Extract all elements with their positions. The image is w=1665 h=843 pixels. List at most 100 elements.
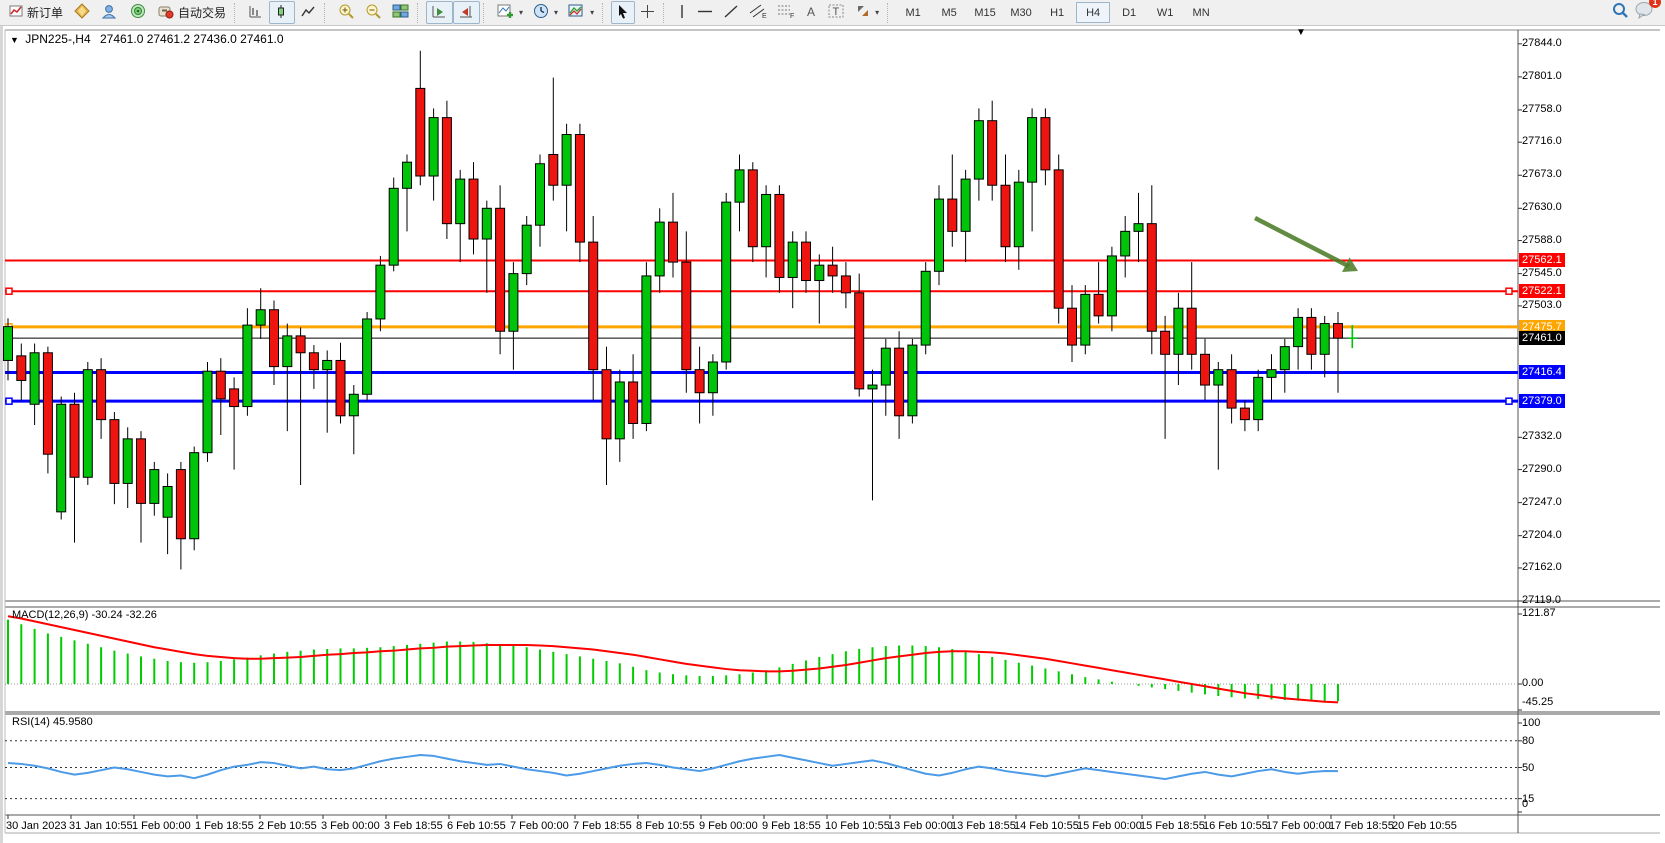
time-axis-label: 7 Feb 18:55	[573, 820, 632, 832]
timeframe-button-h4[interactable]: H4	[1076, 2, 1110, 23]
cursor-icon	[616, 4, 630, 22]
candle-body	[17, 356, 26, 381]
candle-body	[1201, 354, 1210, 385]
timeframe-button-h1[interactable]: H1	[1040, 2, 1074, 23]
trendline-button[interactable]	[718, 1, 744, 24]
price-axis-label: 27503.0	[1522, 299, 1562, 311]
chart-title: ▼ JPN225-,H4 27461.0 27461.2 27436.0 274…	[10, 32, 284, 46]
candle-body	[482, 208, 491, 239]
vertical-line-button[interactable]	[672, 1, 692, 24]
candle-body	[176, 470, 185, 539]
time-axis-label: 9 Feb 00:00	[699, 820, 758, 832]
candle-body	[509, 274, 518, 332]
candle-body	[97, 370, 106, 420]
candle-body	[1121, 231, 1130, 256]
candle-body	[456, 179, 465, 224]
timeframe-button-m5[interactable]: M5	[932, 2, 966, 23]
candle-body	[83, 370, 92, 478]
cursor-button[interactable]	[611, 1, 635, 24]
chart-canvas[interactable]	[0, 26, 1665, 843]
time-axis-label: 17 Feb 00:00	[1266, 820, 1331, 832]
candle-body	[1041, 118, 1050, 170]
candle-body	[602, 370, 611, 439]
candle-body	[1054, 170, 1063, 308]
zoom-in-button[interactable]	[333, 1, 360, 24]
text-label-button[interactable]: T	[823, 1, 850, 24]
rsi-axis-label: 100	[1522, 717, 1540, 729]
profiles-icon	[101, 3, 119, 22]
indicators-button[interactable]: ▾	[492, 1, 528, 24]
candle-body	[442, 118, 451, 224]
line-price-tag: 27416.4	[1519, 365, 1565, 379]
chat-badge: 1	[1649, 0, 1661, 8]
macd-axis-label: -45.25	[1522, 696, 1553, 708]
arrows-icon	[855, 3, 871, 22]
periods-button[interactable]: ▾	[528, 1, 563, 24]
candle-body	[988, 121, 997, 186]
signals-button[interactable]	[124, 1, 152, 24]
timeframe-button-m1[interactable]: M1	[896, 2, 930, 23]
new-order-button[interactable]: 新订单	[4, 1, 68, 24]
price-axis-label: 27588.0	[1522, 234, 1562, 246]
candle-body	[775, 194, 784, 277]
zoom-in-icon	[338, 3, 355, 22]
text-button[interactable]: A	[800, 1, 823, 24]
zoom-out-icon	[365, 3, 382, 22]
dropdown-caret: ▾	[875, 8, 879, 17]
templates-button[interactable]: ▾	[563, 1, 599, 24]
timeframe-button-m15[interactable]: M15	[968, 2, 1002, 23]
candle-body	[1094, 294, 1103, 316]
auto-trading-button[interactable]: 自动交易	[152, 1, 231, 24]
horizontal-line-icon	[697, 4, 713, 22]
time-axis-label: 8 Feb 10:55	[636, 820, 695, 832]
svg-text:A: A	[807, 5, 815, 19]
timeframe-button-mn[interactable]: MN	[1184, 2, 1218, 23]
candle-body	[695, 370, 704, 393]
zoom-out-button[interactable]	[360, 1, 387, 24]
line-price-tag: 27379.0	[1519, 394, 1565, 408]
collapse-triangle-icon[interactable]: ▼	[10, 35, 19, 45]
time-axis-label: 31 Jan 10:55	[69, 820, 133, 832]
line-chart-icon	[300, 4, 316, 22]
candle-body	[708, 362, 717, 393]
price-axis-label: 27545.0	[1522, 267, 1562, 279]
candle-body	[230, 389, 239, 407]
time-axis-label: 10 Feb 10:55	[825, 820, 890, 832]
candle-body	[562, 135, 571, 186]
timeframe-button-w1[interactable]: W1	[1148, 2, 1182, 23]
candle-body	[363, 319, 372, 394]
chart-shift-button[interactable]	[453, 1, 480, 24]
time-axis-label: 2 Feb 10:55	[258, 820, 317, 832]
candle-body	[190, 453, 199, 539]
horizontal-line-button[interactable]	[692, 1, 718, 24]
crosshair-button[interactable]	[635, 1, 660, 24]
auto-scroll-button[interactable]	[426, 1, 453, 24]
time-axis-label: 20 Feb 10:55	[1392, 820, 1457, 832]
candle-body	[895, 348, 904, 416]
chat-icon[interactable]: 1	[1635, 1, 1655, 24]
timeframe-button-m30[interactable]: M30	[1004, 2, 1038, 23]
profiles-button[interactable]	[96, 1, 124, 24]
arrows-button[interactable]: ▾	[850, 1, 884, 24]
macd-indicator-label: MACD(12,26,9) -30.24 -32.26	[12, 609, 157, 621]
line-price-tag: 27461.0	[1519, 331, 1565, 345]
market-watch-button[interactable]	[68, 1, 96, 24]
search-icon[interactable]	[1611, 1, 1629, 24]
candle-body	[349, 394, 358, 416]
candle-body	[948, 199, 957, 231]
candle-body	[1134, 224, 1143, 232]
price-axis-label: 27716.0	[1522, 135, 1562, 147]
candle-body	[722, 202, 731, 362]
timeframe-button-d1[interactable]: D1	[1112, 2, 1146, 23]
candlestick-chart-button[interactable]	[269, 1, 295, 24]
bar-chart-button[interactable]	[243, 1, 269, 24]
equidistant-channel-button[interactable]: E	[744, 1, 772, 24]
fibonacci-button[interactable]: F	[772, 1, 800, 24]
new-order-icon	[9, 4, 24, 21]
toolbar-separator	[887, 3, 893, 23]
candle-body	[1334, 324, 1343, 339]
price-axis-label: 27844.0	[1522, 37, 1562, 49]
rsi-axis-label: 0	[1522, 798, 1528, 810]
tile-windows-button[interactable]	[387, 1, 414, 24]
line-chart-button[interactable]	[295, 1, 321, 24]
